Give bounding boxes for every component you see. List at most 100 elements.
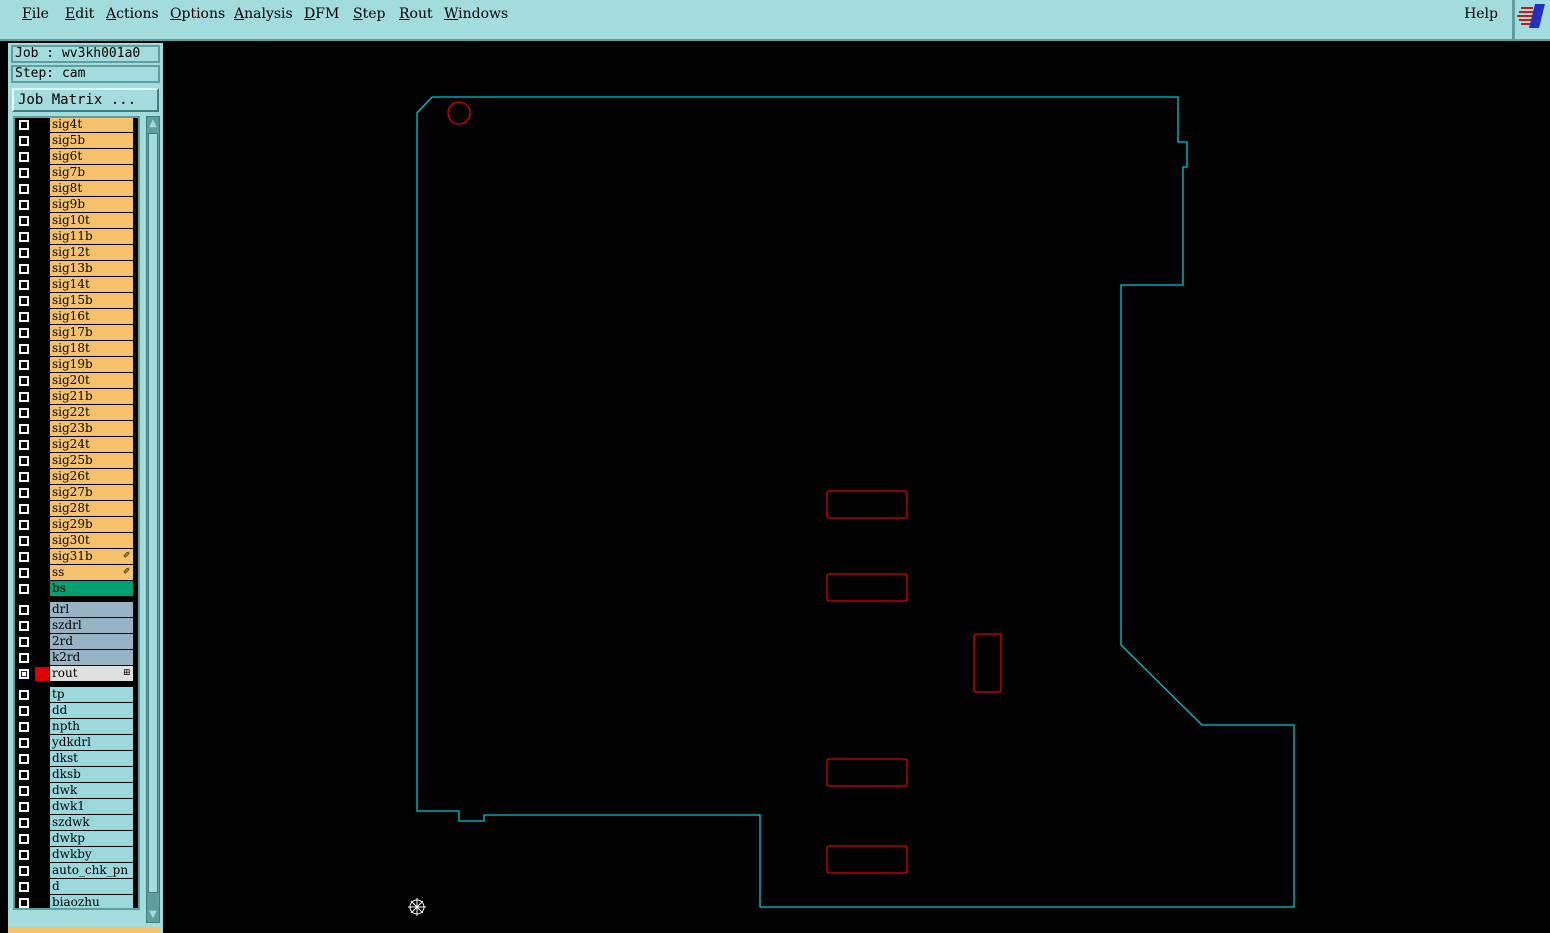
layer-row-sig22t[interactable]: sig22t [15,405,138,420]
layer-name[interactable]: dwk [50,783,133,798]
layer-row-biaozhu[interactable]: biaozhu [15,895,138,908]
menu-file[interactable]: File [22,6,49,22]
layer-checkbox[interactable] [19,568,29,578]
layer-name[interactable]: sig7b [50,165,133,180]
layer-name[interactable]: d [50,879,133,894]
layer-row-dwkp[interactable]: dwkp [15,831,138,846]
layer-checkbox[interactable] [19,653,29,663]
layer-color-swatch[interactable] [35,736,49,750]
layer-checkbox[interactable] [19,168,29,178]
layer-row-sig18t[interactable]: sig18t [15,341,138,356]
layer-checkbox[interactable] [19,898,29,908]
layer-name[interactable]: sig11b [50,229,133,244]
layer-name[interactable]: sig15b [50,293,133,308]
layer-checkbox[interactable] [19,408,29,418]
layer-row-sig9b[interactable]: sig9b [15,197,138,212]
layer-checkbox[interactable] [19,621,29,631]
layer-name[interactable]: sig28t [50,501,133,516]
layer-color-swatch[interactable] [35,518,49,532]
layer-checkbox[interactable] [19,296,29,306]
layer-checkbox[interactable] [19,488,29,498]
layer-color-swatch[interactable] [35,326,49,340]
layer-row-drl[interactable]: drl [15,602,138,617]
layer-row-auto_chk_pn[interactable]: auto_chk_pn [15,863,138,878]
layer-checkbox[interactable] [19,424,29,434]
layer-checkbox[interactable] [19,392,29,402]
layer-row-dwk1[interactable]: dwk1 [15,799,138,814]
layer-checkbox[interactable] [19,690,29,700]
layer-name[interactable]: sig9b [50,197,133,212]
layer-name[interactable]: sig29b [50,517,133,532]
layer-name[interactable]: sig10t [50,213,133,228]
layer-checkbox[interactable] [19,738,29,748]
layer-row-ydkdrl[interactable]: ydkdrl [15,735,138,750]
layer-color-swatch[interactable] [35,502,49,516]
layer-color-swatch[interactable] [35,278,49,292]
layer-name[interactable]: sig25b [50,453,133,468]
layer-name[interactable]: ydkdrl [50,735,133,750]
layer-color-swatch[interactable] [35,582,49,596]
layer-name[interactable]: sig8t [50,181,133,196]
layer-list-scrollbar[interactable]: ▲ ▼ [146,116,160,923]
layer-color-swatch[interactable] [35,134,49,148]
layer-row-sig17b[interactable]: sig17b [15,325,138,340]
layer-checkbox[interactable] [19,280,29,290]
layer-row-dd[interactable]: dd [15,703,138,718]
menu-edit[interactable]: Edit [65,6,94,22]
layer-name[interactable]: sig19b [50,357,133,372]
layer-name[interactable]: dd [50,703,133,718]
layer-row-dwkby[interactable]: dwkby [15,847,138,862]
layer-checkbox[interactable] [19,232,29,242]
layer-name[interactable]: sig30t [50,533,133,548]
layer-checkbox[interactable] [19,754,29,764]
layer-name[interactable]: 2rd [50,634,133,649]
layer-row-sig13b[interactable]: sig13b [15,261,138,276]
layer-checkbox[interactable] [19,312,29,322]
layer-name[interactable]: szdrl [50,618,133,633]
layer-color-swatch[interactable] [35,262,49,276]
layer-row-sig8t[interactable]: sig8t [15,181,138,196]
layer-color-swatch[interactable] [35,688,49,702]
layer-color-swatch[interactable] [35,635,49,649]
layer-color-swatch[interactable] [35,374,49,388]
layer-row-sig31b[interactable]: sig31b ✐ [15,549,138,564]
layer-color-swatch[interactable] [35,230,49,244]
layer-checkbox[interactable] [19,770,29,780]
layer-checkbox[interactable] [19,706,29,716]
layer-color-swatch[interactable] [35,150,49,164]
layer-row-sig25b[interactable]: sig25b [15,453,138,468]
layer-name[interactable]: sig5b [50,133,133,148]
layer-checkbox[interactable] [19,802,29,812]
layer-color-swatch[interactable] [35,800,49,814]
layer-name[interactable]: sig22t [50,405,133,420]
layer-color-swatch[interactable] [35,896,49,908]
layer-color-swatch[interactable] [35,310,49,324]
layer-checkbox[interactable] [19,669,29,679]
layer-color-swatch[interactable] [35,470,49,484]
layer-name[interactable]: sig31b [50,549,133,564]
layer-checkbox[interactable] [19,248,29,258]
layer-row-rout[interactable]: rout ⊞ [15,666,138,681]
layer-name[interactable]: bs [50,581,133,596]
layer-row-k2rd[interactable]: k2rd [15,650,138,665]
layer-checkbox[interactable] [19,136,29,146]
layer-row-dkst[interactable]: dkst [15,751,138,766]
layer-row-sig26t[interactable]: sig26t [15,469,138,484]
layer-row-sig10t[interactable]: sig10t [15,213,138,228]
layer-color-swatch[interactable] [35,704,49,718]
layer-row-dksb[interactable]: dksb [15,767,138,782]
layer-row-sig4t[interactable]: sig4t [15,118,138,132]
layer-checkbox[interactable] [19,850,29,860]
layer-row-sig21b[interactable]: sig21b [15,389,138,404]
layer-row-sig16t[interactable]: sig16t [15,309,138,324]
layer-checkbox[interactable] [19,440,29,450]
menu-analysis[interactable]: Analysis [234,6,293,22]
layer-color-swatch[interactable] [35,198,49,212]
layer-color-swatch[interactable] [35,603,49,617]
job-matrix-button[interactable]: Job Matrix ... [12,88,159,112]
layer-name[interactable]: sig23b [50,421,133,436]
layer-row-sig30t[interactable]: sig30t [15,533,138,548]
layer-color-swatch[interactable] [35,390,49,404]
layer-row-d[interactable]: d [15,879,138,894]
layer-checkbox[interactable] [19,376,29,386]
